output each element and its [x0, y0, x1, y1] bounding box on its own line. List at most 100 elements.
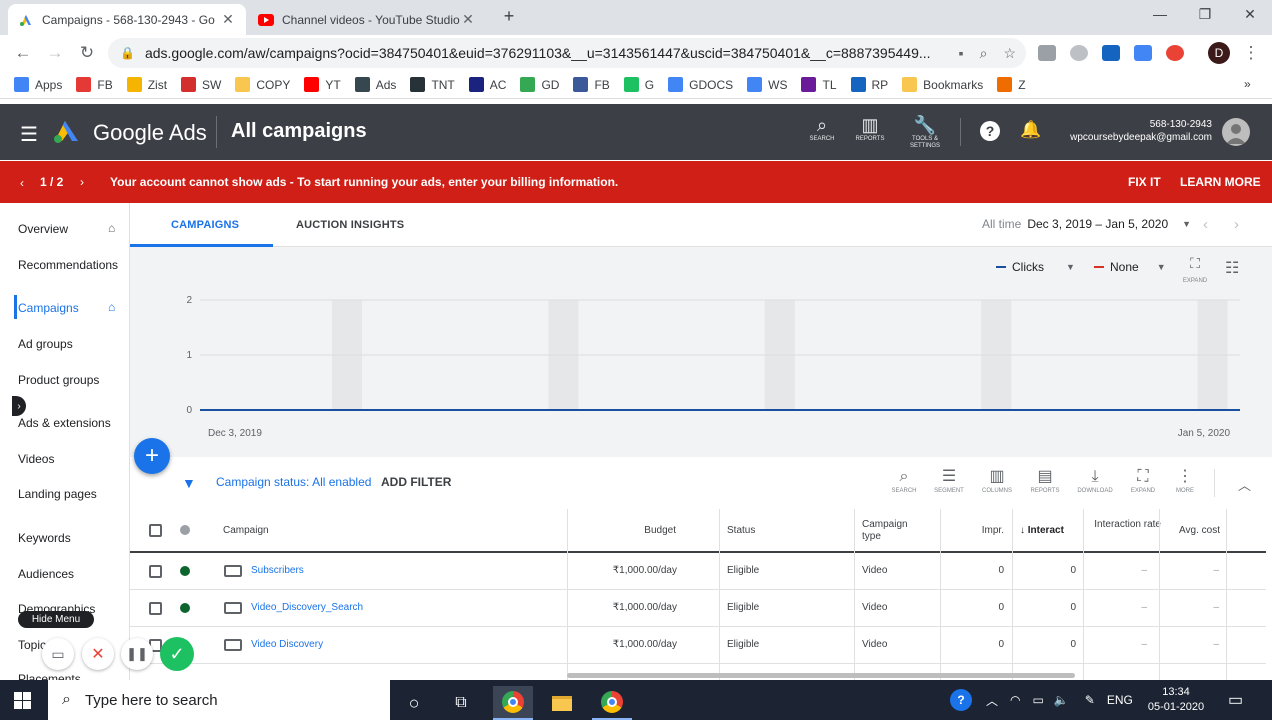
- toolbar-download-button[interactable]: ⤓ DOWNLOAD: [1075, 467, 1115, 495]
- bookmark-item[interactable]: Bookmarks: [902, 77, 983, 92]
- next-alert-icon[interactable]: ›: [80, 175, 84, 189]
- sidebar-item-overview[interactable]: Overview: [18, 222, 68, 236]
- extension-chrome-icon[interactable]: [1166, 45, 1184, 61]
- metric1-selector[interactable]: Clicks ▼: [996, 260, 1075, 274]
- notification-bell-icon[interactable]: 🔔: [1020, 120, 1041, 140]
- battery-icon[interactable]: ▭: [1033, 693, 1044, 707]
- col-avg-cost[interactable]: Avg. cost: [1160, 525, 1220, 537]
- minimize-icon[interactable]: —: [1145, 6, 1175, 22]
- sidebar-item-keywords[interactable]: Keywords: [18, 531, 71, 545]
- select-all-checkbox[interactable]: [149, 524, 162, 537]
- toolbar-columns-button[interactable]: ▥ COLUMNS: [977, 467, 1017, 495]
- address-bar[interactable]: 🔒 ads.google.com/aw/campaigns?ocid=38475…: [108, 38, 1026, 68]
- toolbar-expand-button[interactable]: ⛶ EXPAND: [1123, 467, 1163, 495]
- bookmark-item[interactable]: FB: [573, 77, 610, 92]
- home-icon[interactable]: ⌂: [108, 221, 115, 235]
- bookmark-item[interactable]: FB: [76, 77, 113, 92]
- close-tab-icon[interactable]: ✕: [460, 11, 476, 28]
- windows-start-icon[interactable]: [14, 692, 31, 709]
- bookmark-item[interactable]: G: [623, 77, 654, 92]
- add-filter-button[interactable]: ADD FILTER: [381, 475, 451, 489]
- zoom-icon[interactable]: ⌕: [980, 45, 988, 62]
- col-impressions[interactable]: Impr.: [940, 525, 1004, 537]
- toolbar-segment-button[interactable]: ☰ SEGMENT: [929, 467, 969, 495]
- cortana-icon[interactable]: ○: [394, 686, 434, 720]
- extension-code-icon[interactable]: [1038, 45, 1056, 61]
- filter-icon[interactable]: ▼: [182, 475, 196, 491]
- bookmark-item[interactable]: TNT: [410, 77, 455, 92]
- help-tray-icon[interactable]: ?: [950, 689, 972, 711]
- task-view-icon[interactable]: ⧉: [441, 686, 481, 720]
- sidebar-item-landing-pages[interactable]: Landing pages: [18, 487, 97, 501]
- extension-screen-icon[interactable]: [1134, 45, 1152, 61]
- bookmark-item[interactable]: Apps: [14, 77, 62, 92]
- campaign-name-link[interactable]: Video_Discovery_Search: [251, 602, 363, 613]
- bookmark-item[interactable]: RP: [850, 77, 888, 92]
- more-bookmarks-icon[interactable]: »: [1244, 77, 1251, 91]
- window-close-icon[interactable]: ✕: [1235, 6, 1265, 23]
- metric2-selector[interactable]: None ▼: [1094, 260, 1166, 274]
- bookmark-item[interactable]: Z: [997, 77, 1026, 92]
- help-icon[interactable]: ?: [980, 121, 1000, 141]
- chrome-taskbar-icon-2[interactable]: [592, 686, 632, 720]
- hamburger-menu-icon[interactable]: ☰: [20, 122, 38, 147]
- sidebar-item-campaigns[interactable]: Campaigns: [18, 301, 79, 315]
- profile-avatar[interactable]: D: [1208, 42, 1230, 64]
- account-info[interactable]: 568-130-2943 wpcoursebydeepak@gmail.com: [1050, 118, 1212, 144]
- learn-more-button[interactable]: LEARN MORE: [1180, 175, 1261, 189]
- bookmark-item[interactable]: YT: [304, 77, 341, 92]
- col-campaign[interactable]: Campaign: [223, 525, 269, 537]
- pause-icon[interactable]: ❚❚: [121, 638, 153, 670]
- bookmark-item[interactable]: Zist: [126, 77, 167, 92]
- home-icon[interactable]: ⌂: [108, 300, 115, 314]
- bookmark-item[interactable]: Ads: [354, 77, 396, 92]
- horizontal-scrollbar[interactable]: [567, 673, 1075, 678]
- budget-cell[interactable]: ₹1,000.00/day: [580, 602, 677, 613]
- status-filter-chip[interactable]: Campaign status: All enabled: [216, 475, 371, 489]
- toolbar-reports-button[interactable]: ▤ REPORTS: [1025, 467, 1065, 495]
- bookmark-item[interactable]: COPY: [235, 77, 290, 92]
- sidebar-item-recommendations[interactable]: Recommendations: [18, 258, 118, 272]
- webcam-icon[interactable]: ▭: [42, 638, 74, 670]
- bookmark-item[interactable]: SW: [181, 77, 221, 92]
- user-avatar[interactable]: [1222, 118, 1250, 146]
- hide-menu-button[interactable]: Hide Menu: [18, 611, 94, 628]
- row-checkbox[interactable]: [149, 602, 162, 615]
- budget-cell[interactable]: ₹1,000.00/day: [580, 565, 677, 576]
- extension-shield-icon[interactable]: [1070, 45, 1088, 61]
- close-tab-icon[interactable]: ✕: [220, 11, 236, 28]
- bookmark-item[interactable]: GD: [520, 77, 559, 92]
- notification-center-icon[interactable]: ▭: [1228, 690, 1243, 710]
- bookmark-item[interactable]: AC: [468, 77, 506, 92]
- collapse-toolbar-icon[interactable]: ︿: [1238, 475, 1251, 494]
- bookmark-item[interactable]: GDOCS: [668, 77, 733, 92]
- forward-icon[interactable]: →: [44, 43, 66, 63]
- col-interactions[interactable]: ↓ Interact: [1020, 525, 1078, 537]
- prev-alert-icon[interactable]: ‹: [20, 176, 24, 190]
- bookmark-item[interactable]: TL: [801, 77, 837, 92]
- fix-it-button[interactable]: FIX IT: [1128, 175, 1161, 189]
- campaign-name-link[interactable]: Video Discovery: [251, 639, 323, 650]
- chart-settings-icon[interactable]: ☷: [1225, 258, 1239, 278]
- create-campaign-fab[interactable]: +: [134, 438, 170, 474]
- col-campaign-type[interactable]: Campaign type: [862, 519, 924, 543]
- col-interaction-rate[interactable]: Interaction rate: [1085, 519, 1161, 531]
- tab-campaigns[interactable]: CAMPAIGNS: [171, 219, 239, 231]
- pen-icon[interactable]: ✎: [1085, 693, 1095, 707]
- next-period-icon[interactable]: ›: [1234, 216, 1239, 233]
- finish-recording-icon[interactable]: ✓: [160, 637, 194, 671]
- browser-menu-icon[interactable]: ⋮: [1240, 43, 1262, 63]
- header-search-button[interactable]: ⌕ SEARCH: [798, 114, 846, 143]
- bookmark-star-icon[interactable]: ☆: [1003, 45, 1016, 62]
- file-explorer-icon[interactable]: [542, 686, 582, 720]
- new-tab-icon[interactable]: +: [494, 6, 524, 27]
- col-status[interactable]: Status: [727, 525, 755, 537]
- toolbar-more-button[interactable]: ⋮ MORE: [1165, 467, 1205, 495]
- language-indicator[interactable]: ENG: [1107, 693, 1133, 707]
- row-checkbox[interactable]: [149, 565, 162, 578]
- toolbar-search-button[interactable]: ⌕ SEARCH: [884, 467, 924, 495]
- campaign-name-link[interactable]: Subscribers: [251, 565, 304, 576]
- cancel-recording-icon[interactable]: ✕: [82, 638, 114, 670]
- date-range-picker[interactable]: All time Dec 3, 2019 – Jan 5, 2020 ▼: [982, 217, 1191, 231]
- taskbar-search[interactable]: ⌕ Type here to search: [48, 680, 390, 720]
